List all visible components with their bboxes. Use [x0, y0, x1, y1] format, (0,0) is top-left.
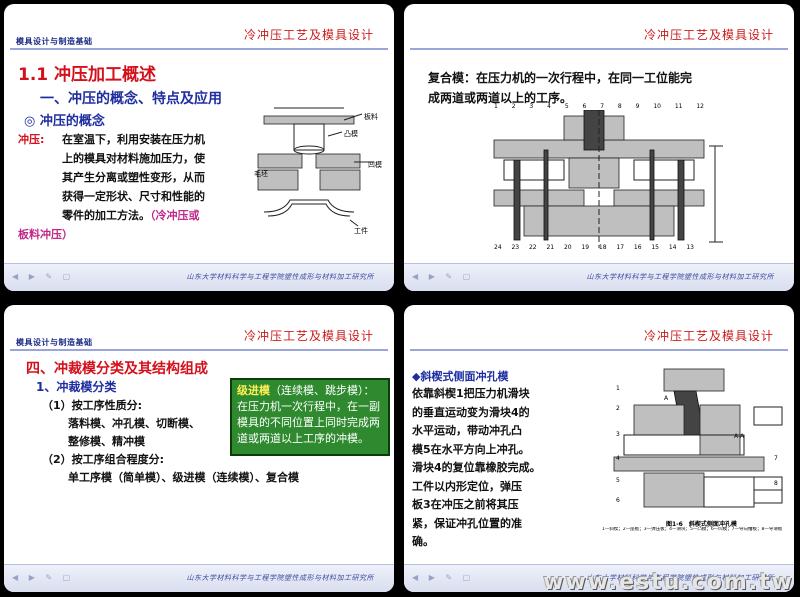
classification-item-2-a: 单工序模（简单模）、级进模（连续模）、复合模	[68, 471, 299, 484]
compound-die-drawing	[493, 110, 705, 248]
slide-compound-die: 冷冲压工艺及模具设计 复合模：在压力机的一次行程中，在同一工位能完 成两道或两道…	[404, 4, 794, 291]
slide-footer: ◀ ▶ ✎ ▢ 山东大学材料科学与工程学院塑性成形与材料加工研究所	[4, 564, 394, 592]
definition-line: 获得一定形状、尺寸和性能的	[62, 190, 205, 203]
description-line: 模5在水平方向上冲孔。	[412, 442, 530, 456]
top-part-numbers: 1 2 3 4 5 6 7 8 9 10 11 12	[494, 103, 704, 110]
part-mark: 2	[616, 405, 620, 412]
section-title: 四、冲裁模分类及其结构组成	[26, 361, 208, 377]
callout-keyword: 级进模	[237, 384, 270, 397]
definition-note: 板料冲压）	[18, 228, 73, 241]
definition-line: 在室温下，利用安装在压力机	[62, 133, 205, 146]
part-mark: 6	[616, 497, 620, 504]
header-divider	[410, 48, 788, 50]
slide-nav-icons[interactable]: ◀ ▶ ✎ ▢	[412, 272, 474, 281]
slide-title: ◆斜楔式侧面冲孔模	[412, 370, 509, 383]
course-title: 冷冲压工艺及模具设计	[243, 28, 374, 42]
course-title: 冷冲压工艺及模具设计	[643, 28, 774, 42]
description-line: 板3在冲压之前将其压	[412, 498, 519, 511]
institution-name: 山东大学材料科学与工程学院塑性成形与材料加工研究所	[586, 273, 774, 281]
slide-nav-icons[interactable]: ◀ ▶ ✎ ▢	[12, 573, 74, 582]
label-die: 凹模	[368, 161, 382, 169]
section-title: 1.1 冲压加工概述	[18, 65, 157, 85]
label-holder: 毛坯	[254, 170, 268, 178]
figure-legend: 1—斜楔；2—座板；3—弹压板；4—滑块；5—凸模；6—凹模；7—导向槽板；8—…	[602, 527, 783, 532]
description-line: 紧，保证冲孔位置的准	[412, 516, 522, 530]
part-mark: 5	[616, 477, 620, 484]
slide-nav-icons[interactable]: ◀ ▶ ✎ ▢	[412, 573, 474, 582]
slide-header: 模具设计与制造基础 冷冲压工艺及模具设计	[4, 4, 394, 52]
label-part: 工件	[354, 227, 368, 235]
slide-header: 冷冲压工艺及模具设计	[404, 4, 794, 52]
slide-footer: ◀ ▶ ✎ ▢ 山东大学材料科学与工程学院塑性成形与材料加工研究所	[404, 263, 794, 291]
description-line: 依靠斜楔1把压力机滑块	[412, 387, 530, 400]
definition-line: 零件的加工方法。（冷冲压或	[62, 209, 200, 222]
course-label: 模具设计与制造基础	[16, 37, 93, 46]
description-line: 的垂直运动变为滑块4的	[412, 405, 530, 419]
slide-header: 冷冲压工艺及模具设计	[404, 305, 794, 353]
part-mark: 8	[774, 480, 778, 487]
concept-heading: ◎ 冲压的概念	[24, 114, 105, 129]
site-watermark: www.estu.com.tw	[543, 570, 794, 595]
wedge-die-drawing	[613, 368, 783, 508]
institution-name: 山东大学材料科学与工程学院塑性成形与材料加工研究所	[186, 574, 374, 582]
classification-item-1-b: 整修模、精冲模	[68, 435, 145, 448]
bottom-part-numbers: 24 23 22 21 20 19 18 17 16 15 14 13	[494, 244, 694, 251]
compound-die-definition: 复合模：在压力机的一次行程中，在同一工位能完 成两道或两道以上的工序。	[428, 68, 788, 108]
part-mark: 4	[616, 455, 620, 462]
stamping-diagram	[257, 107, 374, 227]
course-label: 模具设计与制造基础	[16, 338, 93, 347]
part-mark: 1	[616, 385, 620, 392]
header-divider	[10, 349, 388, 351]
progressive-die-callout: 级进模（连续模、跳步模）：在压力机一次行程中，在一副模具的不同位置上同时完成两道…	[230, 378, 390, 456]
course-title: 冷冲压工艺及模具设计	[643, 329, 774, 343]
slide-stamping-overview: 模具设计与制造基础 冷冲压工艺及模具设计 1.1 冲压加工概述 一、冲压的概念、…	[4, 4, 394, 291]
subsection-title: 一、冲压的概念、特点及应用	[40, 91, 222, 107]
classification-item-2: （2）按工序组合程度分:	[42, 453, 165, 466]
classification-item-1-a: 落料模、冲孔模、切断模、	[68, 417, 200, 430]
label-punch: 凸模	[344, 130, 358, 138]
section-letter: A	[664, 395, 669, 402]
course-title: 冷冲压工艺及模具设计	[243, 329, 374, 343]
dimension-marker	[709, 145, 723, 243]
slide-nav-icons[interactable]: ◀ ▶ ✎ ▢	[12, 272, 74, 281]
description-line: 确。	[412, 535, 434, 548]
definition-line: 复合模：在压力机的一次行程中，在同一工位能完	[428, 71, 693, 85]
definition-line: 其产生分离或塑性变形，从而	[62, 171, 205, 184]
definition-text: 在室温下，利用安装在压力机 上的模具对材料施加压力，使 其产生分离或塑性变形，从…	[62, 130, 252, 225]
description-line: 水平运动，带动冲孔凸	[412, 424, 522, 437]
header-divider	[10, 48, 388, 50]
slide-header: 模具设计与制造基础 冷冲压工艺及模具设计	[4, 305, 394, 353]
slide-wedge-punch-die: 冷冲压工艺及模具设计 ◆斜楔式侧面冲孔模 依靠斜楔1把压力机滑块 的垂直运动变为…	[404, 305, 794, 592]
subsection-title: 1、冲裁模分类	[36, 380, 117, 394]
classification-item-1: （1）按工序性质分:	[42, 399, 143, 412]
section-mark: A-A	[734, 433, 745, 440]
wedge-die-description: 依靠斜楔1把压力机滑块 的垂直运动变为滑块4的 水平运动，带动冲孔凸 模5在水平…	[412, 385, 598, 552]
header-divider	[410, 349, 788, 351]
description-line: 工件以内形定位，弹压	[412, 479, 522, 493]
term-label: 冲压:	[18, 133, 45, 146]
part-mark: 7	[774, 455, 778, 462]
part-mark: 3	[616, 431, 620, 438]
slide-die-classification: 模具设计与制造基础 冷冲压工艺及模具设计 四、冲裁模分类及其结构组成 1、冲裁模…	[4, 305, 394, 592]
label-blank: 板料	[364, 113, 378, 121]
slide-footer: ◀ ▶ ✎ ▢ 山东大学材料科学与工程学院塑性成形与材料加工研究所	[4, 263, 394, 291]
definition-line: 上的模具对材料施加压力，使	[62, 152, 205, 165]
institution-name: 山东大学材料科学与工程学院塑性成形与材料加工研究所	[186, 273, 374, 281]
description-line: 滑块4的复位靠橡胶完成。	[412, 461, 541, 474]
